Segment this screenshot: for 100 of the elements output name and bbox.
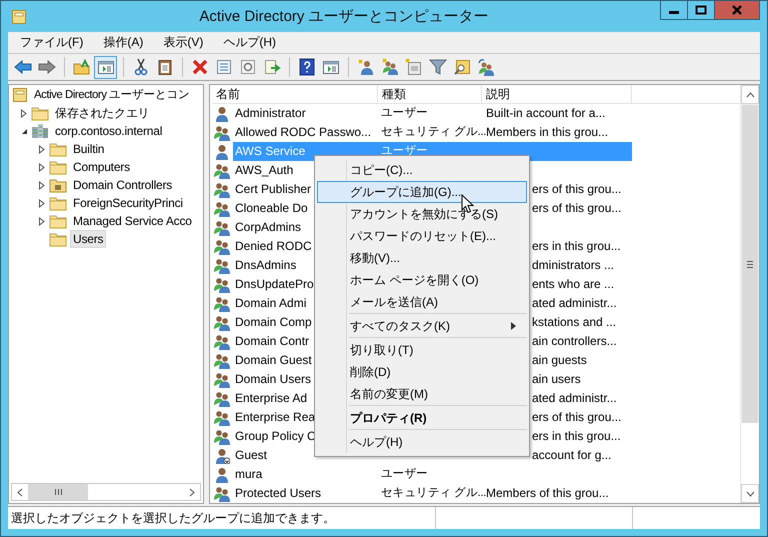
table-cell[interactable]: Administrator [233, 104, 308, 123]
menu-item[interactable]: ホーム ページを開く(O) [317, 269, 527, 291]
tree-item[interactable]: Builtin [70, 140, 108, 158]
menu-item[interactable]: グループに追加(G)... [317, 181, 527, 203]
console-tree-button[interactable] [94, 56, 117, 78]
menu-item[interactable]: 削除(D) [317, 361, 527, 383]
user-icon [214, 466, 230, 482]
folder-up-icon [72, 58, 90, 76]
menu-item[interactable]: パスワードのリセット(E)... [317, 225, 527, 247]
table-cell: ers of this grou... [532, 182, 622, 196]
table-cell: ain users [532, 372, 581, 386]
group-icon [214, 410, 230, 426]
menu-item[interactable]: 切り取り(T) [317, 339, 527, 361]
menu-item[interactable]: ヘルプ(H) [215, 34, 284, 51]
console-icon [12, 87, 28, 103]
table-cell: セキュリティ グル... [381, 487, 486, 499]
status-text: 選択したオブジェクトを選択したグループに追加できます。 [10, 510, 336, 526]
table-cell: ユーザー [381, 468, 428, 480]
horizontal-scrollbar[interactable] [11, 483, 201, 501]
group-icon [214, 334, 230, 350]
table-cell[interactable]: DnsUpdatePro [233, 275, 316, 294]
group-icon [214, 238, 230, 254]
tree-item[interactable]: Active Directory ユーザーとコン [31, 86, 193, 104]
find-icon [452, 58, 470, 76]
table-cell[interactable]: Cloneable Do [233, 199, 310, 218]
menu-item[interactable]: メールを送信(A) [317, 291, 527, 313]
column-header[interactable]: 説明 [482, 85, 632, 103]
menu-item[interactable]: 表示(V) [155, 34, 212, 51]
expand-arrow-icon[interactable] [38, 162, 46, 172]
table-cell[interactable]: Enterprise Rea [233, 408, 318, 427]
table-cell[interactable]: Denied RODC [233, 237, 314, 256]
tree-item[interactable]: corp.contoso.internal [52, 122, 166, 140]
tree-item[interactable]: ForeignSecurityPrinci [70, 194, 186, 212]
scrollbar-thumb[interactable] [742, 105, 758, 423]
table-cell[interactable]: AWS_Auth [233, 161, 296, 180]
folder-icon [49, 159, 67, 175]
menu-item[interactable]: 操作(A) [95, 34, 152, 51]
table-cell[interactable]: Domain Users [233, 370, 314, 389]
expand-arrow-icon[interactable] [38, 216, 46, 226]
scrollbar-thumb[interactable] [28, 484, 88, 500]
minimize-button[interactable] [660, 1, 688, 20]
scroll-left-button[interactable] [12, 484, 28, 500]
tree-item[interactable]: 保存されたクエリ [52, 104, 152, 122]
folder-icon [49, 231, 67, 247]
column-header[interactable]: 名前 [212, 85, 378, 103]
table-cell[interactable]: Cert Publisher [233, 180, 314, 199]
column-header[interactable]: 種類 [378, 85, 482, 103]
table-cell[interactable]: mura [233, 465, 264, 484]
table-cell[interactable]: Protected Users [233, 484, 324, 503]
table-cell[interactable]: Allowed RODC Passwo... [233, 123, 374, 142]
table-cell[interactable]: Domain Guest [233, 351, 314, 370]
table-cell[interactable]: Domain Contr [233, 332, 312, 351]
scroll-right-button[interactable] [184, 484, 200, 500]
table-cell: ated administr... [532, 296, 617, 310]
menu-item[interactable]: ファイル(F) [12, 34, 92, 51]
scroll-up-button[interactable] [741, 85, 759, 104]
tree-item[interactable]: Users [70, 230, 106, 248]
table-cell: ated administr... [532, 391, 617, 405]
collapse-arrow-icon[interactable] [20, 126, 28, 136]
filter-icon [428, 58, 446, 76]
expand-arrow-icon[interactable] [20, 108, 28, 118]
table-cell: Members of this grou... [486, 486, 609, 500]
group-icon [214, 162, 230, 178]
tree-item[interactable]: Managed Service Acco [70, 212, 195, 230]
menu-item[interactable]: プロパティ(R) [317, 407, 527, 429]
user-icon [214, 106, 230, 122]
table-cell: ers in this grou... [532, 239, 621, 253]
expand-arrow-icon[interactable] [38, 198, 46, 208]
table-cell[interactable]: Enterprise Ad [233, 389, 310, 408]
group-icon [214, 296, 230, 312]
table-cell[interactable]: DnsAdmins [233, 256, 298, 275]
table-cell: ers of this grou... [532, 201, 622, 215]
expand-arrow-icon[interactable] [38, 180, 46, 190]
scroll-down-button[interactable] [741, 484, 759, 503]
help-icon [298, 58, 316, 76]
table-cell[interactable]: Domain Comp [233, 313, 314, 332]
table-cell[interactable]: Domain Admi [233, 294, 308, 313]
menu-item[interactable]: アカウントを無効にする(S) [317, 203, 527, 225]
maximize-icon [695, 5, 707, 15]
expand-arrow-icon[interactable] [38, 144, 46, 154]
table-cell: Built-in account for a... [486, 106, 606, 120]
group-icon [214, 352, 230, 368]
tree-item[interactable]: Computers [70, 158, 133, 176]
group-icon [214, 428, 230, 444]
menu-item[interactable]: すべてのタスク(K) [317, 315, 527, 337]
menu-item[interactable]: ヘルプ(H) [317, 431, 527, 453]
close-button[interactable] [714, 1, 760, 20]
table-cell: セキュリティ グル... [381, 126, 486, 138]
menu-item[interactable]: 移動(V)... [317, 247, 527, 269]
table-cell: kstations and ... [532, 315, 616, 329]
app-icon [11, 8, 27, 24]
domain-icon [31, 123, 49, 139]
menu-item[interactable]: コピー(C)... [317, 159, 527, 181]
table-cell[interactable]: CorpAdmins [233, 218, 304, 237]
disabled-user-icon [214, 448, 230, 464]
new-user-icon [356, 58, 374, 76]
menu-item[interactable]: 名前の変更(M) [317, 383, 527, 405]
tree-item[interactable]: Domain Controllers [70, 176, 176, 194]
refresh-icon [238, 58, 256, 76]
table-cell[interactable]: Guest [233, 446, 270, 465]
